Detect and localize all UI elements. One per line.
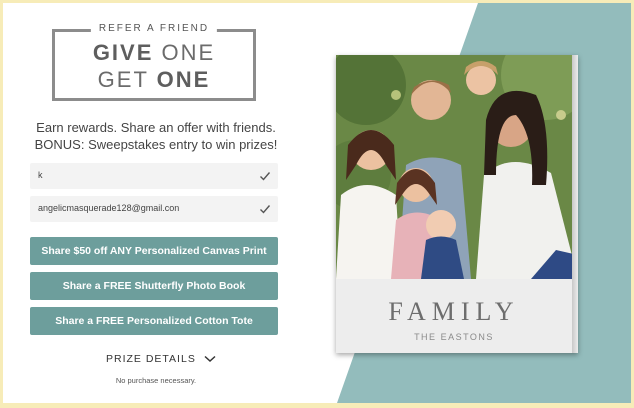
prize-details-toggle[interactable]: PRIZE DETAILS <box>106 353 216 367</box>
share-tote-button[interactable]: Share a FREE Personalized Cotton Tote <box>30 307 278 335</box>
share-canvas-offer-button[interactable]: Share $50 off ANY Personalized Canvas Pr… <box>30 237 278 265</box>
headline-one: ONE <box>153 40 216 65</box>
headline-get: GET <box>97 67 157 92</box>
refer-a-friend-label: REFER A FRIEND <box>90 23 218 34</box>
headline-box: REFER A FRIEND GIVE ONE GET ONE <box>52 23 256 101</box>
headline-one-bold: ONE <box>156 67 211 92</box>
email-field-value: angelicmasquerade128@gmail.con <box>38 203 180 213</box>
email-field[interactable]: angelicmasquerade128@gmail.con <box>30 196 278 222</box>
headline-give: GIVE <box>92 40 154 65</box>
canvas-edge <box>572 55 578 353</box>
rewards-text: Earn rewards. Share an offer with friend… <box>36 120 276 135</box>
refer-a-friend-panel: REFER A FRIEND GIVE ONE GET ONE Earn rew… <box>3 3 631 403</box>
prize-details-label: PRIZE DETAILS <box>106 353 196 365</box>
chevron-down-icon <box>204 356 216 363</box>
canvas-print-product-image: FAMILY THE EASTONS <box>336 55 578 353</box>
headline-get-one: GET ONE <box>55 68 253 92</box>
share-photo-book-button[interactable]: Share a FREE Shutterfly Photo Book <box>30 272 278 300</box>
disclaimer-text: No purchase necessary. <box>115 376 197 385</box>
sweepstakes-text: BONUS: Sweepstakes entry to win prizes! <box>34 137 278 152</box>
headline-give-one: GIVE ONE <box>55 41 253 65</box>
canvas-caption: FAMILY THE EASTONS <box>336 279 578 353</box>
name-field[interactable]: k <box>30 163 278 189</box>
canvas-subtitle: THE EASTONS <box>414 332 494 342</box>
name-field-value: k <box>38 170 43 180</box>
family-photo <box>336 55 578 279</box>
check-icon <box>260 205 271 214</box>
check-icon <box>260 172 271 181</box>
canvas-title: FAMILY <box>388 297 520 326</box>
